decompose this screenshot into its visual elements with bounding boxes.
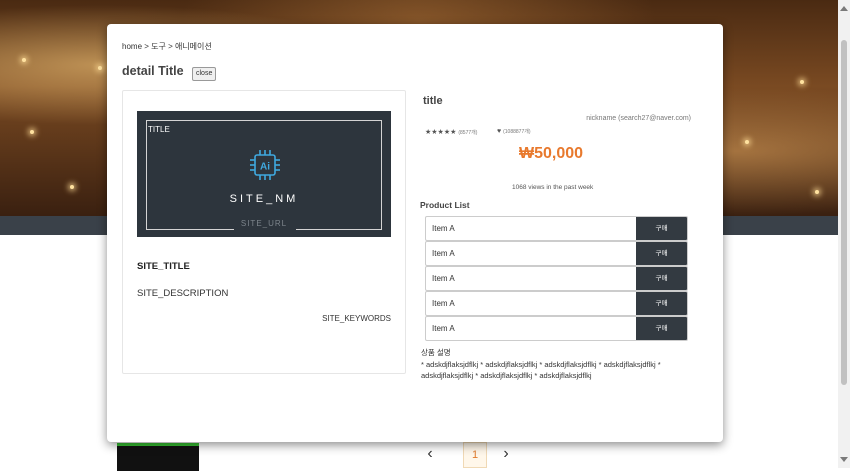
product-list-label: Product List [420,200,470,210]
site-description: SITE_DESCRIPTION [137,288,229,299]
scroll-up-arrow-icon[interactable] [840,6,848,11]
detail-modal: home > 도구 > 애니메이션 detail Title close TIT… [107,24,723,442]
product-item: Item A 구매 [425,216,688,241]
site-keywords: SITE_KEYWORDS [322,314,391,323]
price: ₩50,000 [519,145,584,162]
product-item-name: Item A [432,274,455,283]
background-card-thumbnail [117,443,199,471]
product-item: Item A 구매 [425,291,688,316]
views-count: 1068 views in the past week [512,184,594,191]
rating-count: (8577개) [458,130,478,136]
product-item-name: Item A [432,299,455,308]
product-item: Item A 구매 [425,266,688,291]
site-url-wrap: SITE_URL [146,219,382,231]
breadcrumb: home > 도구 > 애니메이션 [122,42,212,51]
pagination-next-button[interactable]: › [495,444,517,464]
rating: ★★★★★ (8577개) [425,128,477,136]
product-item: Item A 구매 [425,241,688,266]
product-item-name: Item A [432,224,455,233]
pagination: ‹ 1 › [415,440,525,468]
buy-button[interactable]: 구매 [636,292,687,315]
site-title: SITE_TITLE [137,261,190,272]
close-button[interactable]: close [192,67,217,81]
pagination-prev-button[interactable]: ‹ [419,444,441,464]
site-thumbnail: TITLE Ai SITE_NM SITE_URL [137,111,391,237]
likes-count: (1088877개) [503,129,531,135]
thumbnail-title: TITLE [148,125,170,134]
product-title: title [423,95,443,107]
scroll-down-arrow-icon[interactable] [840,457,848,462]
scrollbar-thumb[interactable] [841,40,847,385]
product-item-name: Item A [432,249,455,258]
ai-chip-icon: Ai [250,150,280,180]
buy-button[interactable]: 구매 [636,317,687,340]
site-preview-card: TITLE Ai SITE_NM SITE_URL SITE_TITLE SIT… [122,90,406,374]
site-url: SITE_URL [240,219,288,228]
pagination-page-current[interactable]: 1 [463,442,487,468]
heart-icon[interactable]: ♥ [497,128,501,135]
modal-title: detail Title [122,64,184,78]
star-rating-icon: ★★★★★ [425,129,457,136]
product-item-name: Item A [432,324,455,333]
description-label: 상품 설명 [421,348,451,357]
site-nm: SITE_NM [229,193,299,205]
page-scrollbar[interactable] [838,0,850,468]
buy-button[interactable]: 구매 [636,217,687,240]
buy-button[interactable]: 구매 [636,242,687,265]
description-text: * adskdjflaksjdflkj * adskdjflaksjdflkj … [421,360,661,380]
buy-button[interactable]: 구매 [636,267,687,290]
seller-nickname[interactable]: nickname (search27@naver.com) [586,115,691,122]
likes[interactable]: ♥ (1088877개) [497,128,531,135]
svg-text:Ai: Ai [260,162,270,173]
product-item: Item A 구매 [425,316,688,341]
